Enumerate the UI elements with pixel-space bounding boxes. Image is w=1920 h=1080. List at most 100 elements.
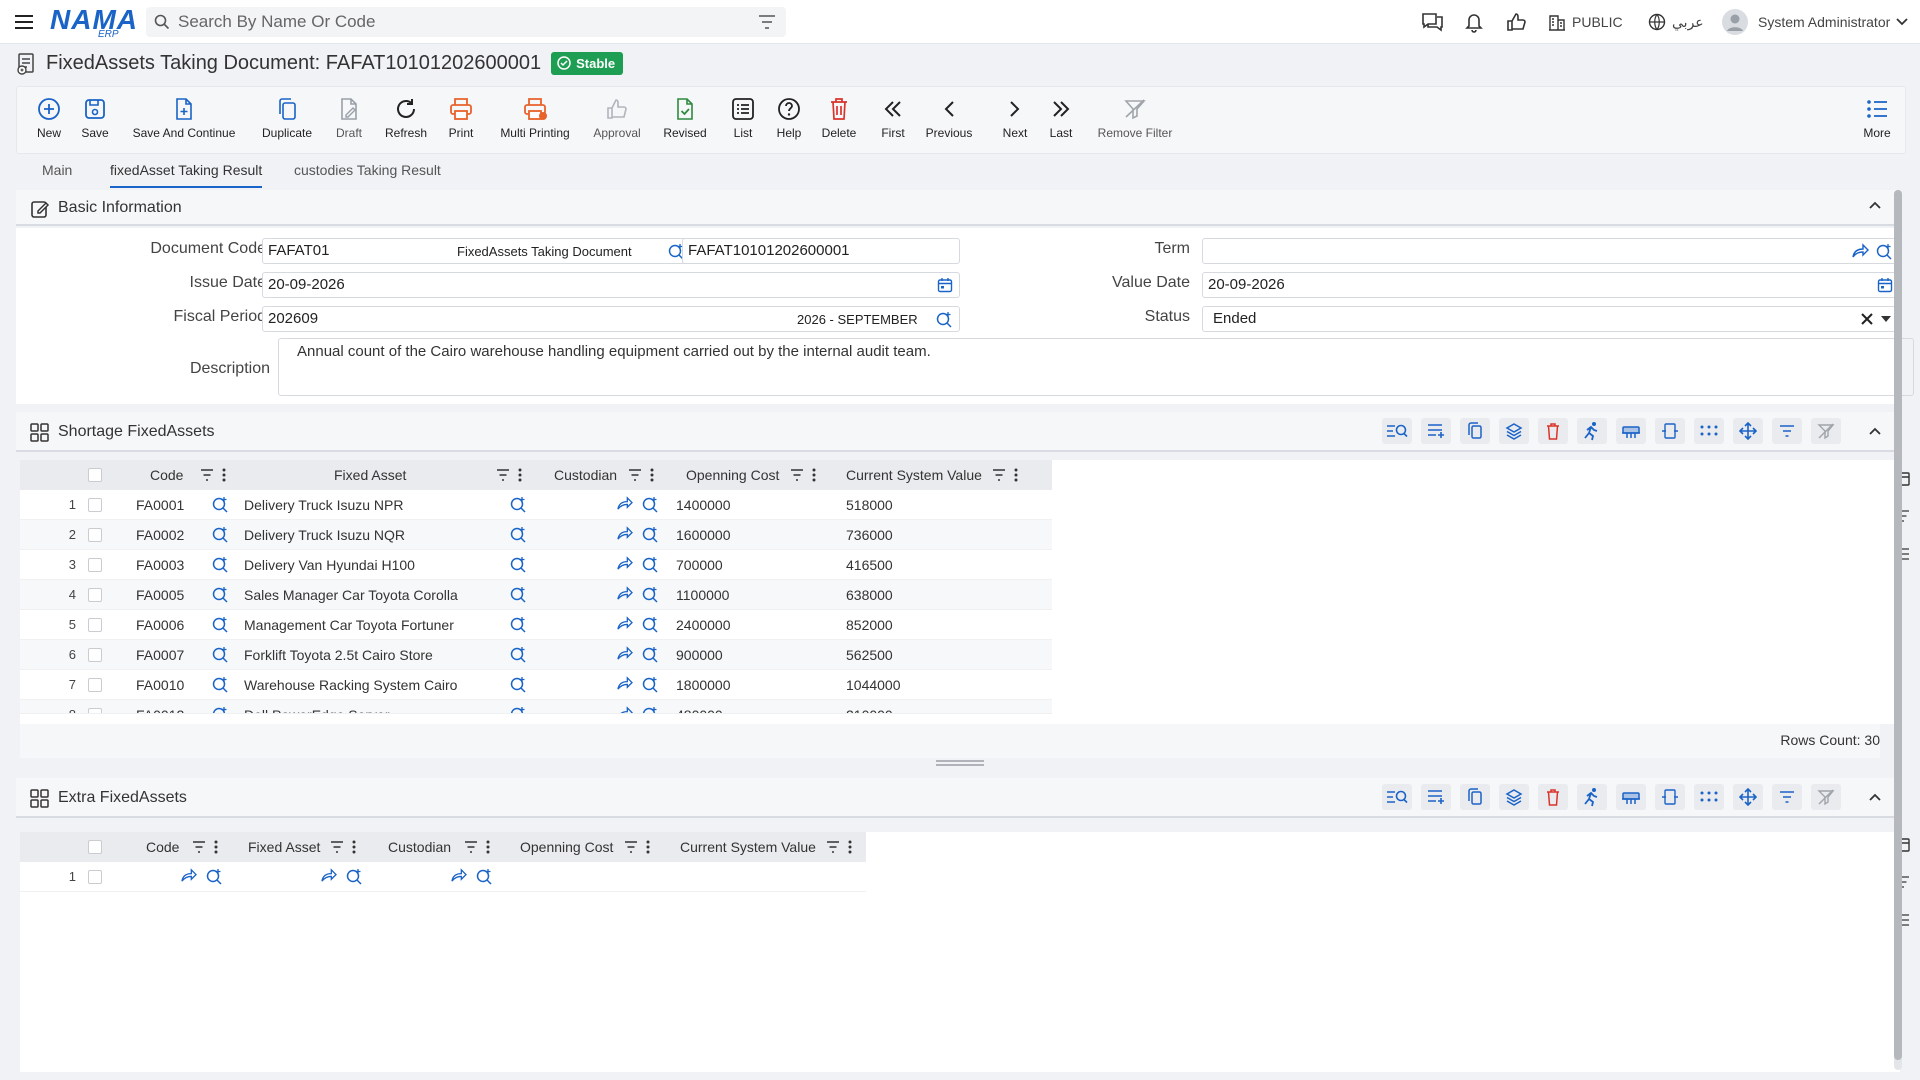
tab-main[interactable]: Main (42, 162, 72, 188)
dots-grid-button[interactable] (1694, 784, 1724, 810)
chevron-up-icon[interactable] (1868, 792, 1882, 802)
basic-information-header[interactable]: Basic Information (16, 190, 1896, 226)
lookup-icon[interactable] (510, 706, 527, 713)
lookup-icon[interactable] (212, 646, 229, 663)
search-grid-button[interactable] (1382, 784, 1412, 810)
search-input[interactable] (178, 11, 738, 33)
table-row[interactable]: 1 FA0001 Delivery Truck Isuzu NPR 1400000 51… (20, 490, 1052, 520)
lookup-icon[interactable] (212, 706, 229, 713)
column-menu-icon[interactable] (812, 468, 816, 482)
new-button[interactable]: New (29, 95, 69, 151)
user-menu[interactable]: System Administrator (1722, 9, 1908, 35)
value-date-field[interactable]: 20-09-2026 (1202, 272, 1898, 298)
lookup-icon[interactable] (206, 868, 223, 885)
column-menu-icon[interactable] (214, 840, 218, 854)
share-icon[interactable] (616, 526, 633, 541)
messages-icon[interactable] (1420, 10, 1444, 34)
tab-custodies-taking-result[interactable]: custodies Taking Result (294, 162, 441, 188)
col-custodian[interactable]: Custodian (554, 460, 617, 490)
share-icon[interactable] (616, 586, 633, 601)
share-icon[interactable] (180, 868, 197, 883)
share-icon[interactable] (1851, 243, 1869, 259)
columns-button[interactable] (1616, 418, 1646, 444)
print-button[interactable]: Print (441, 95, 481, 151)
lookup-icon[interactable] (642, 496, 659, 513)
row-checkbox[interactable] (88, 498, 102, 512)
col-openning-cost[interactable]: Openning Cost (686, 460, 779, 490)
col-current-system-value[interactable]: Current System Value (680, 832, 816, 862)
tab-fixedasset-taking-result[interactable]: fixedAsset Taking Result (110, 162, 263, 188)
last-button[interactable]: Last (1043, 95, 1079, 151)
run-button[interactable] (1577, 418, 1607, 444)
column-filter-icon[interactable] (992, 469, 1006, 481)
table-row[interactable]: 6 FA0007 Forklift Toyota 2.5t Cairo Store 9… (20, 640, 1052, 670)
copy-button[interactable] (1460, 418, 1490, 444)
filter-off-button[interactable] (1811, 784, 1841, 810)
share-icon[interactable] (616, 496, 633, 511)
lookup-icon[interactable] (1876, 243, 1893, 260)
table-row[interactable]: 2 FA0002 Delivery Truck Isuzu NQR 1600000 73… (20, 520, 1052, 550)
previous-button[interactable]: Previous (921, 95, 977, 151)
layers-button[interactable] (1499, 784, 1529, 810)
lookup-icon[interactable] (642, 706, 659, 713)
col-custodian[interactable]: Custodian (388, 832, 451, 862)
term-field[interactable] (1202, 238, 1898, 264)
document-number-field[interactable]: FAFAT10101202600001 (682, 238, 960, 264)
share-icon[interactable] (616, 616, 633, 631)
lookup-icon[interactable] (212, 586, 229, 603)
delete-button[interactable]: Delete (817, 95, 861, 151)
column-filter-icon[interactable] (496, 469, 510, 481)
save-button[interactable]: Save (75, 95, 115, 151)
lookup-icon[interactable] (642, 556, 659, 573)
lookup-icon[interactable] (212, 616, 229, 633)
lookup-icon[interactable] (510, 676, 527, 693)
calendar-icon[interactable] (937, 277, 953, 293)
issue-date-field[interactable]: 20-09-2026 (262, 272, 960, 298)
move-button[interactable] (1733, 784, 1763, 810)
row-checkbox[interactable] (88, 708, 102, 713)
lookup-icon[interactable] (510, 556, 527, 573)
remove-filter-button[interactable]: Remove Filter (1093, 95, 1177, 151)
row-checkbox[interactable] (88, 588, 102, 602)
document-code-field[interactable]: FAFAT01 FixedAssets Taking Document (262, 238, 692, 264)
dots-grid-button[interactable] (1694, 418, 1724, 444)
draft-button[interactable]: Draft (327, 95, 371, 151)
col-code[interactable]: Code (150, 460, 183, 490)
lookup-icon[interactable] (510, 496, 527, 513)
table-row[interactable]: 3 FA0003 Delivery Van Hyundai H100 700000 41… (20, 550, 1052, 580)
row-checkbox[interactable] (88, 558, 102, 572)
lookup-icon[interactable] (212, 676, 229, 693)
share-icon[interactable] (320, 868, 337, 883)
first-button[interactable]: First (875, 95, 911, 151)
resize-handle[interactable] (936, 760, 984, 766)
menu-icon[interactable] (12, 10, 36, 34)
save-and-continue-button[interactable]: Save And Continue (129, 95, 239, 151)
run-button[interactable] (1577, 784, 1607, 810)
search-grid-button[interactable] (1382, 418, 1412, 444)
chevron-up-icon[interactable] (1868, 426, 1882, 436)
lookup-icon[interactable] (642, 646, 659, 663)
row-checkbox[interactable] (88, 678, 102, 692)
lookup-icon[interactable] (510, 586, 527, 603)
duplicate-button[interactable]: Duplicate (257, 95, 317, 151)
approval-button[interactable]: Approval (589, 95, 645, 151)
lookup-icon[interactable] (212, 496, 229, 513)
refresh-button[interactable]: Refresh (381, 95, 431, 151)
filter-button[interactable] (1772, 784, 1802, 810)
lookup-icon[interactable] (510, 616, 527, 633)
columns-button[interactable] (1616, 784, 1646, 810)
column-filter-icon[interactable] (464, 841, 478, 853)
status-select[interactable]: Ended (1202, 306, 1898, 332)
share-icon[interactable] (450, 868, 467, 883)
description-textarea[interactable]: Annual count of the Cairo warehouse hand… (278, 338, 1914, 396)
table-row[interactable]: 8 FA0012 Dell PowerEdge Server 480000 210000 (20, 700, 1052, 714)
trash-button[interactable] (1538, 784, 1568, 810)
lookup-icon[interactable] (212, 556, 229, 573)
help-button[interactable]: Help (771, 95, 807, 151)
fiscal-period-field[interactable]: 202609 2026 - SEPTEMBER (262, 306, 960, 332)
table-row[interactable]: 5 FA0006 Management Car Toyota Fortuner 240… (20, 610, 1052, 640)
lookup-icon[interactable] (510, 526, 527, 543)
add-row-button[interactable] (1421, 784, 1451, 810)
lookup-icon[interactable] (936, 311, 953, 328)
select-all-checkbox[interactable] (88, 468, 102, 482)
